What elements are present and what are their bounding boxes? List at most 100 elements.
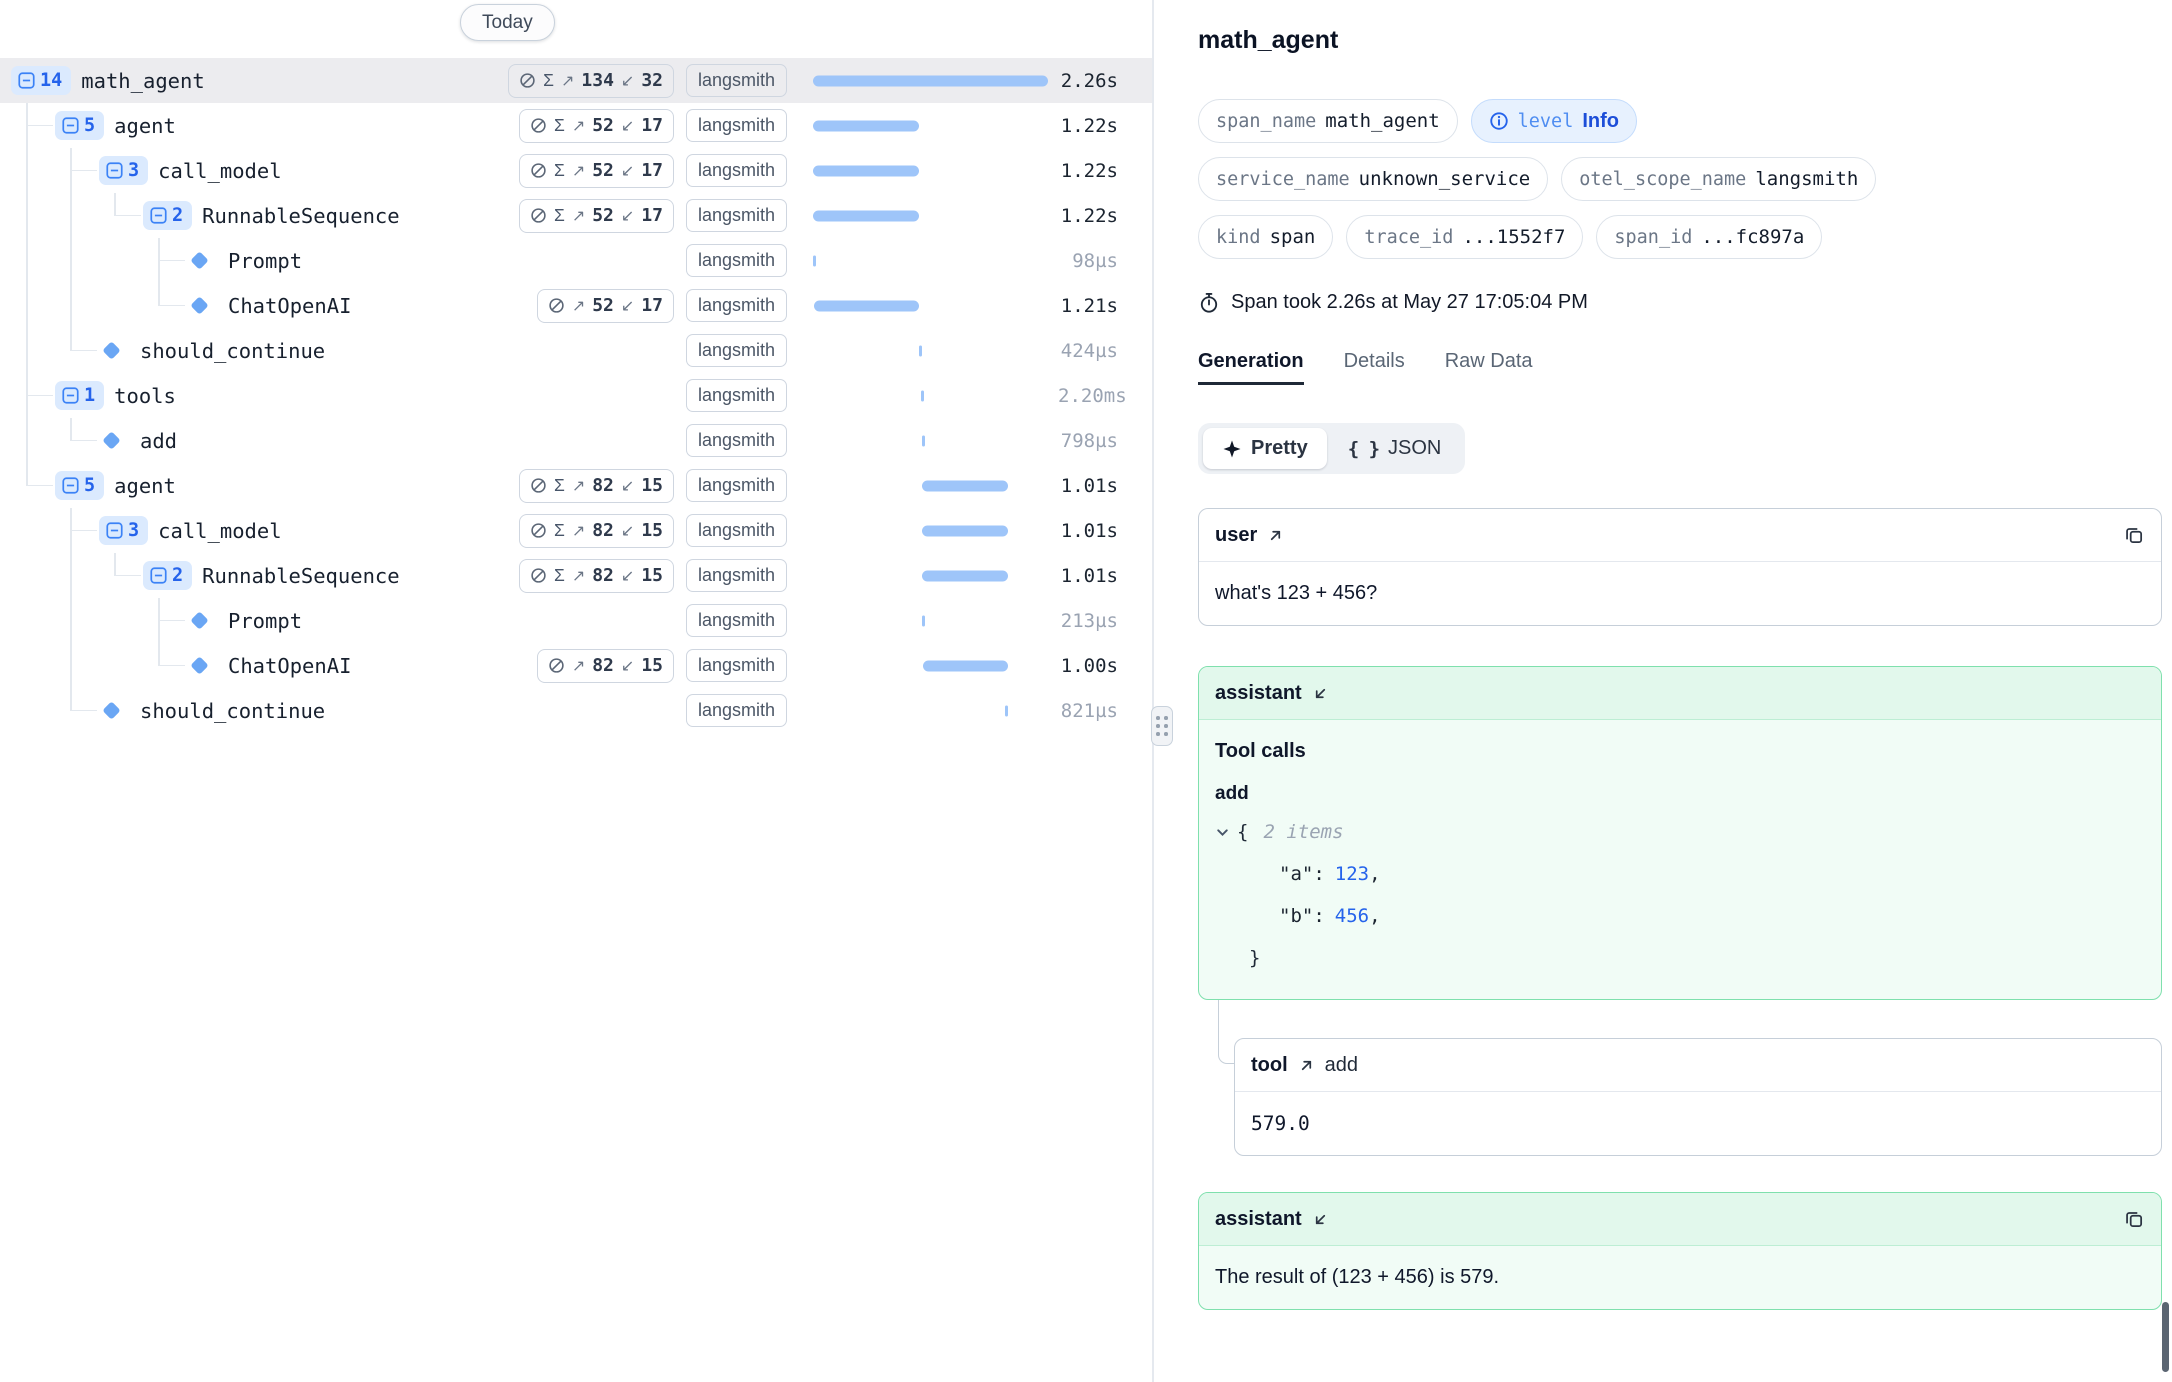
role-label: tool [1251,1054,1288,1077]
service_name-pill[interactable]: service_nameunknown_service [1198,157,1548,201]
trace-row[interactable]: 5agentΣ↗52↙17langsmith1.22s [0,103,1152,148]
today-date-pill[interactable]: Today [460,4,555,41]
trace-row[interactable]: addlangsmith798µs [0,418,1152,463]
panel-divider[interactable] [1152,0,1172,1382]
expand-toggle[interactable]: 14 [11,66,71,95]
trace-row[interactable]: 2RunnableSequenceΣ↗82↙15langsmith1.01s [0,553,1152,598]
timeline-bar [922,615,925,626]
leaf-diamond-icon [102,341,120,359]
tokens-icon [548,297,565,314]
tab-details[interactable]: Details [1344,350,1405,385]
close-brace: } [1215,937,2145,979]
span_name-pill[interactable]: span_namemath_agent [1198,99,1458,143]
copy-button[interactable] [2123,524,2145,546]
assistant-message-header: assistant [1199,667,2161,720]
tokens-icon [530,477,547,494]
outbound-arrow-icon [1298,1057,1315,1074]
span-name-label: add [140,429,177,453]
tokens-icon [530,117,547,134]
tool-message-header: tool add [1235,1039,2161,1092]
timeline-cell [813,598,1048,643]
drag-dots-icon [1156,716,1168,736]
trace-row[interactable]: should_continuelangsmith424µs [0,328,1152,373]
trace_id-pill[interactable]: trace_id...1552f7 [1346,215,1583,259]
tokens-icon [519,72,536,89]
span-name-label: RunnableSequence [202,564,399,588]
output-arrow-icon: ↙ [621,116,634,136]
chevron-down-icon[interactable] [1215,825,1230,840]
sigma-icon: Σ [554,115,565,136]
expand-toggle[interactable]: 2 [143,201,192,230]
trace-row[interactable]: 1toolslangsmith2.20ms [0,373,1152,418]
timeline-cell [813,508,1048,553]
tab-raw-data[interactable]: Raw Data [1445,350,1533,385]
trace-row[interactable]: Promptlangsmith213µs [0,598,1152,643]
pretty-toggle-button[interactable]: Pretty [1203,428,1327,469]
expand-toggle[interactable]: 5 [55,111,104,140]
role-label: assistant [1215,682,1302,705]
timeline-cell [813,373,1048,418]
token-usage-pill: Σ↗52↙17 [519,199,674,233]
role-label: user [1215,524,1257,547]
otel_scope_name-pill[interactable]: otel_scope_namelangsmith [1561,157,1876,201]
duration-label: 1.22s [1058,205,1118,227]
trace-row[interactable]: ChatOpenAI↗52↙17langsmith1.21s [0,283,1152,328]
trace-row[interactable]: ChatOpenAI↗82↙15langsmith1.00s [0,643,1152,688]
leaf-diamond-icon [102,701,120,719]
output-arrow-icon: ↙ [621,206,634,226]
copy-button[interactable] [2123,1208,2145,1230]
attribute-key: level [1518,111,1574,132]
trace-row[interactable]: 3call_modelΣ↗52↙17langsmith1.22s [0,148,1152,193]
attribute-key: otel_scope_name [1579,169,1746,190]
timeline-bar [814,300,918,311]
tool-args-json: { 2 items "a":123, "b":456, } [1215,811,2145,979]
expand-toggle[interactable]: 3 [99,516,148,545]
timeline-bar [921,390,924,401]
timeline-cell [813,463,1048,508]
tokens-icon [530,567,547,584]
attribute-key: kind [1216,227,1261,248]
trace-row[interactable]: 3call_modelΣ↗82↙15langsmith1.01s [0,508,1152,553]
output-arrow-icon: ↙ [621,161,634,181]
duration-label: 1.21s [1058,295,1118,317]
scrollbar-thumb[interactable] [2162,1302,2169,1372]
input-arrow-icon: ↗ [561,71,574,91]
output-arrow-icon: ↙ [621,71,634,91]
scope-tag: langsmith [686,559,787,592]
tool-name-label: add [1325,1054,1358,1077]
expand-toggle[interactable]: 5 [55,471,104,500]
scope-tag: langsmith [686,514,787,547]
timeline-cell [813,148,1048,193]
trace-row[interactable]: should_continuelangsmith821µs [0,688,1152,733]
kind-pill[interactable]: kindspan [1198,215,1333,259]
span-duration-text: Span took 2.26s at May 27 17:05:04 PM [1231,291,1588,314]
output-arrow-icon: ↙ [621,566,634,586]
expand-toggle[interactable]: 1 [55,381,104,410]
duration-label: 98µs [1058,250,1118,272]
timeline-cell [813,688,1048,733]
duration-label: 821µs [1058,700,1118,722]
assistant-message-content: The result of (123 + 456) is 579. [1199,1246,2161,1309]
sparkle-icon [1222,439,1242,459]
level-pill[interactable]: levelInfo [1471,99,1637,143]
items-count-label: 2 items [1263,811,1343,853]
scope-tag: langsmith [686,109,787,142]
tokens-icon [530,162,547,179]
expand-toggle[interactable]: 2 [143,561,192,590]
trace-row[interactable]: 14math_agentΣ↗134↙32langsmith2.26s [0,58,1152,103]
trace-row[interactable]: Promptlangsmith98µs [0,238,1152,283]
trace-row[interactable]: 5agentΣ↗82↙15langsmith1.01s [0,463,1152,508]
sigma-icon: Σ [554,520,565,541]
sigma-icon: Σ [554,205,565,226]
expand-toggle[interactable]: 3 [99,156,148,185]
json-toggle-button[interactable]: { } JSON [1329,428,1461,469]
divider-drag-handle[interactable] [1151,706,1173,746]
input-arrow-icon: ↗ [572,296,585,316]
span_id-pill[interactable]: span_id...fc897a [1596,215,1822,259]
braces-icon: { } [1348,438,1379,460]
tool-message-box: tool add 579.0 [1234,1038,2162,1156]
tab-generation[interactable]: Generation [1198,350,1304,385]
scope-tag: langsmith [686,379,787,412]
trace-row[interactable]: 2RunnableSequenceΣ↗52↙17langsmith1.22s [0,193,1152,238]
timeline-bar [813,120,919,131]
